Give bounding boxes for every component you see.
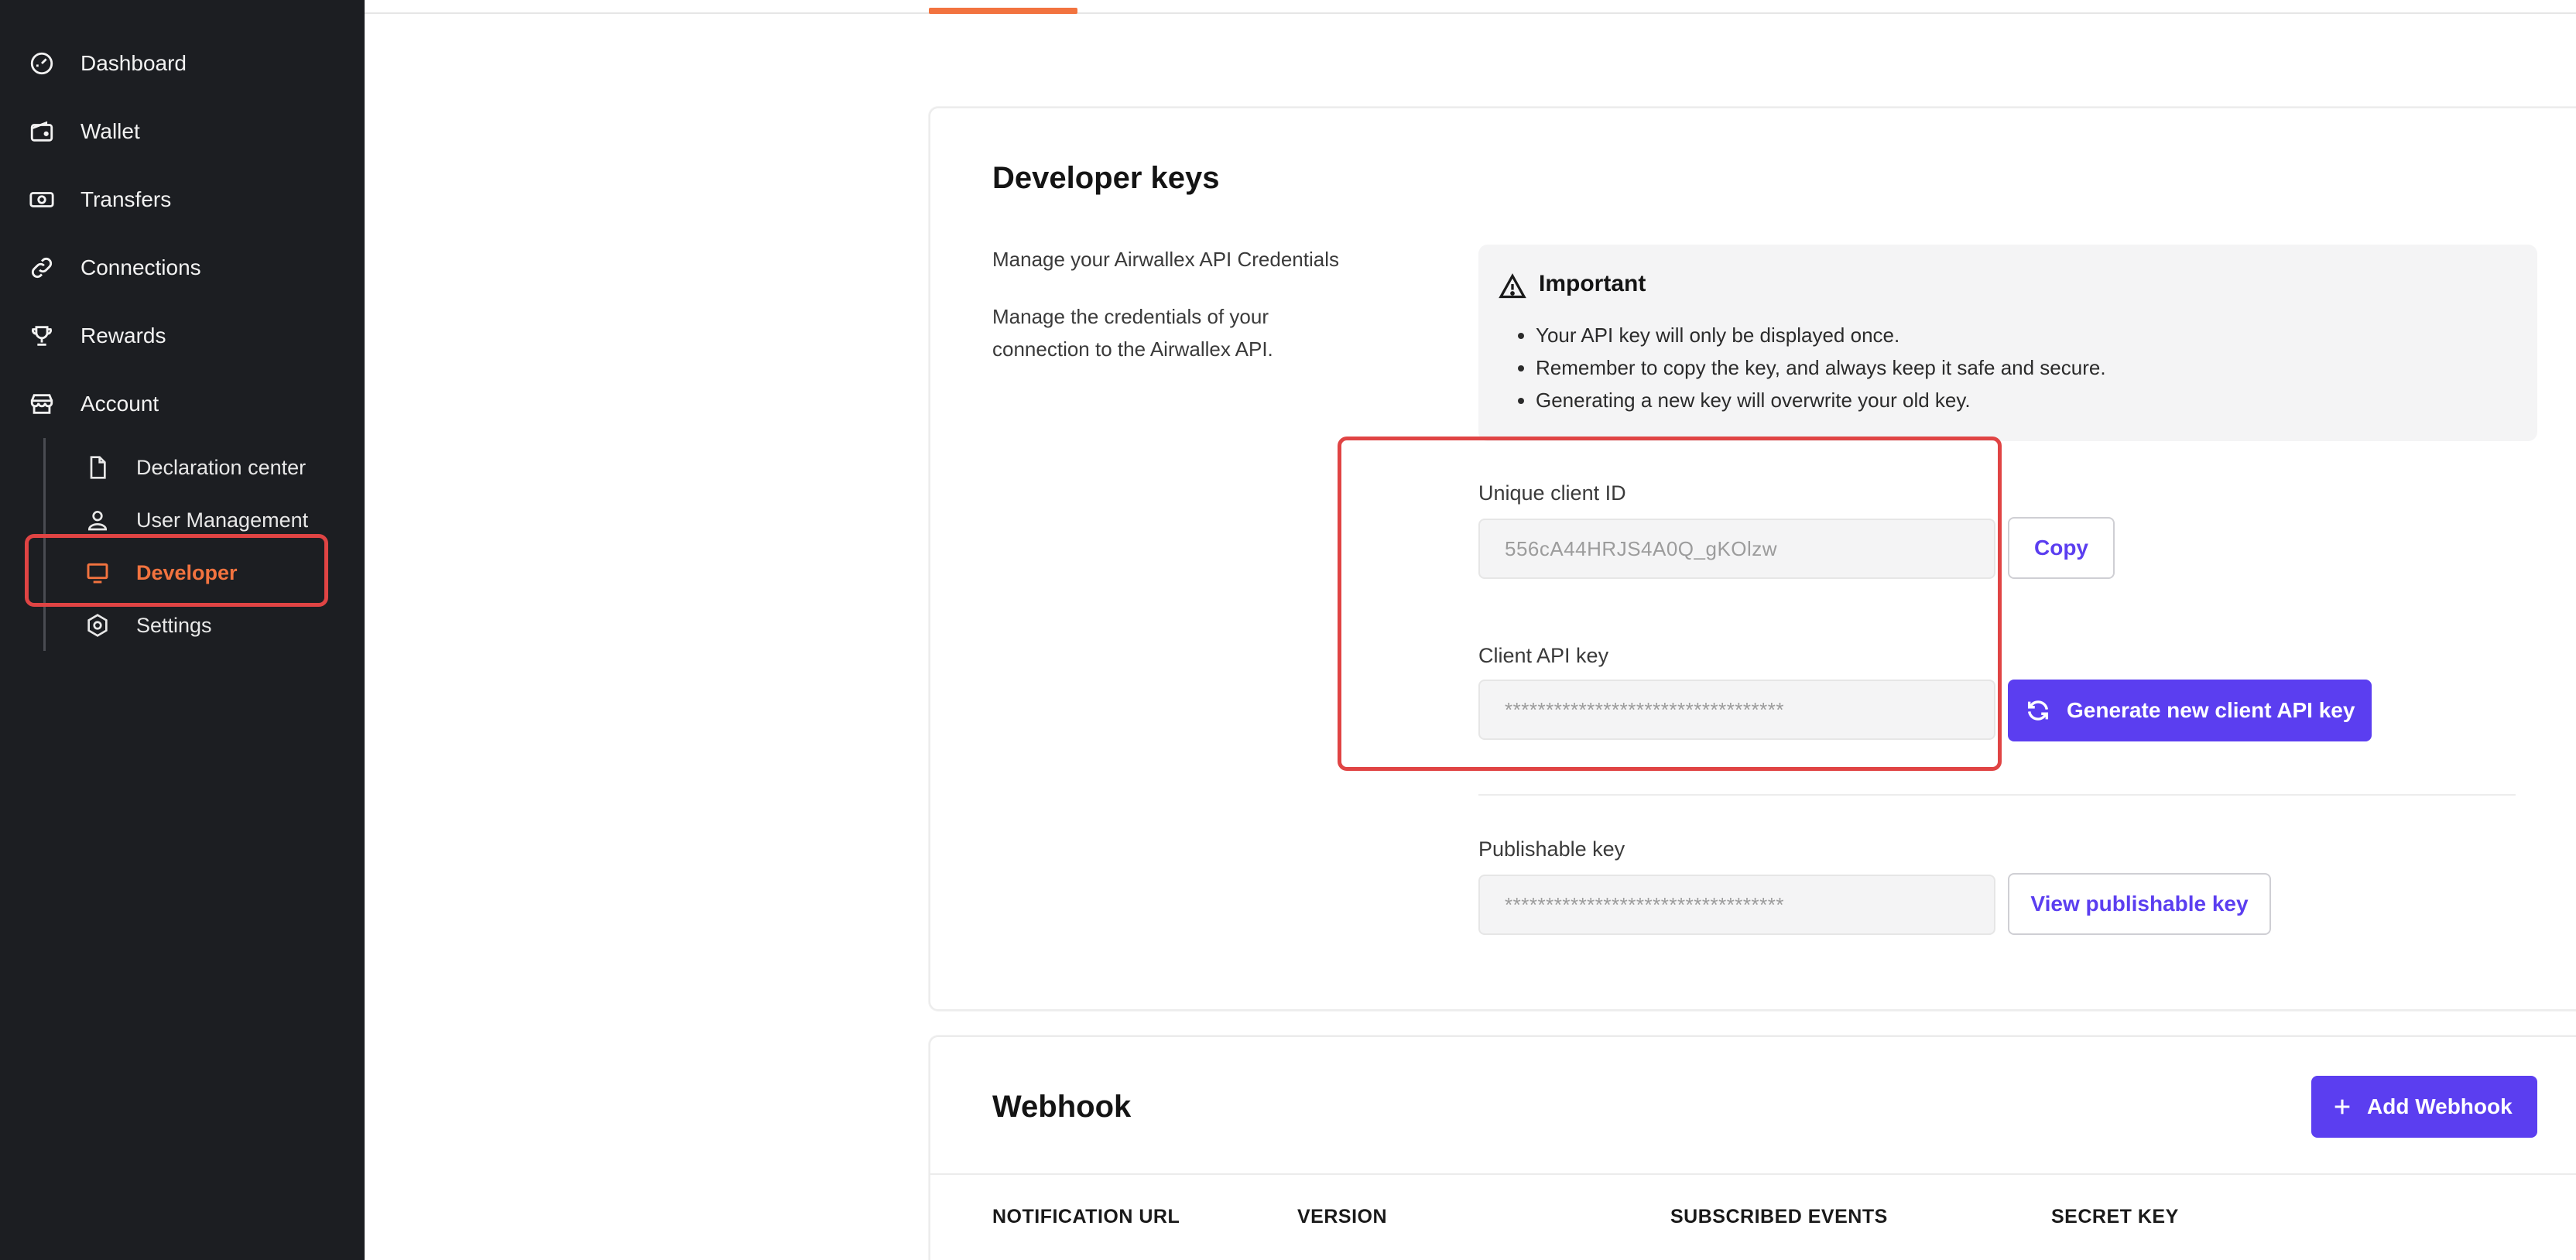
document-icon [84, 454, 111, 481]
sidebar-item-label: Declaration center [136, 456, 307, 479]
copy-client-id-button[interactable]: Copy [2008, 517, 2115, 579]
add-webhook-label: Add Webhook [2367, 1094, 2513, 1118]
client-id-label: Unique client ID [1478, 481, 1626, 505]
client-id-field[interactable]: 556cA44HRJS4A0Q_gKOlzw [1478, 519, 1995, 579]
sidebar-item-label: Transfers [80, 187, 172, 211]
sidebar-item-transfers[interactable]: Transfers [0, 176, 365, 223]
sidebar-item-label: Account [80, 392, 159, 416]
sidebar-item-connections[interactable]: Connections [0, 245, 365, 291]
webhook-header-divider [930, 1173, 2576, 1175]
add-webhook-button[interactable]: Add Webhook [2311, 1076, 2537, 1138]
sidebar-item-label: Dashboard [80, 51, 187, 75]
sidebar-item-label: User Management [136, 508, 309, 532]
user-icon [84, 506, 111, 534]
sidebar-item-label: Wallet [80, 119, 140, 143]
section-divider [1478, 794, 2516, 796]
sidebar-item-label: Rewards [80, 324, 166, 348]
sidebar-item-rewards[interactable]: Rewards [0, 313, 365, 359]
tab-bar-divider [365, 12, 2576, 14]
gear-icon [84, 611, 111, 639]
sidebar-item-wallet[interactable]: Wallet [0, 108, 365, 155]
generate-api-key-button[interactable]: Generate new client API key [2008, 680, 2372, 741]
publishable-key-label: Publishable key [1478, 837, 1625, 861]
column-header-version: VERSION [1297, 1206, 1388, 1227]
sidebar-item-user-management[interactable]: User Management [0, 498, 365, 542]
developer-keys-subdescription-line2: connection to the Airwallex API. [992, 337, 1273, 361]
sidebar: Dashboard Wallet Transfers Connections R… [0, 0, 365, 1260]
developer-keys-subdescription-line1: Manage the credentials of your [992, 305, 1269, 328]
sidebar-item-label: Connections [80, 255, 201, 279]
active-tab-indicator [929, 8, 1077, 14]
column-header-secret-key: SECRET KEY [2051, 1206, 2179, 1227]
cash-icon [28, 186, 56, 214]
api-key-field[interactable]: ********************************** [1478, 680, 1995, 740]
column-header-subscribed-events: SUBSCRIBED EVENTS [1670, 1206, 1888, 1227]
publishable-key-field[interactable]: ********************************** [1478, 875, 1995, 935]
refresh-icon [2027, 700, 2049, 721]
sidebar-item-declaration-center[interactable]: Declaration center [0, 446, 365, 489]
notice-item: Remember to copy the key, and always kee… [1536, 351, 2106, 384]
sidebar-item-account[interactable]: Account [0, 381, 365, 427]
api-key-label: Client API key [1478, 644, 1609, 667]
plus-icon [2334, 1099, 2350, 1114]
notice-item: Your API key will only be displayed once… [1536, 319, 2106, 351]
sidebar-item-settings[interactable]: Settings [0, 604, 365, 647]
wallet-icon [28, 118, 56, 146]
sidebar-item-label: Settings [136, 614, 212, 637]
important-notice: Important Your API key will only be disp… [1478, 245, 2537, 441]
store-icon [28, 390, 56, 418]
notice-title: Important [1539, 271, 1646, 296]
view-publishable-key-button[interactable]: View publishable key [2008, 873, 2271, 935]
sidebar-item-label: Developer [136, 561, 238, 584]
generate-api-key-label: Generate new client API key [2067, 698, 2355, 722]
link-icon [28, 254, 56, 282]
column-header-notification-url: NOTIFICATION URL [992, 1206, 1180, 1227]
sidebar-item-dashboard[interactable]: Dashboard [0, 40, 365, 87]
trophy-icon [28, 322, 56, 350]
sidebar-item-developer[interactable]: Developer [0, 551, 365, 594]
webhook-title: Webhook [992, 1090, 1132, 1124]
gauge-icon [28, 50, 56, 77]
developer-keys-description: Manage your Airwallex API Credentials [992, 248, 1340, 271]
monitor-icon [84, 559, 111, 587]
notice-item: Generating a new key will overwrite your… [1536, 384, 2106, 416]
developer-keys-title: Developer keys [992, 161, 1220, 195]
